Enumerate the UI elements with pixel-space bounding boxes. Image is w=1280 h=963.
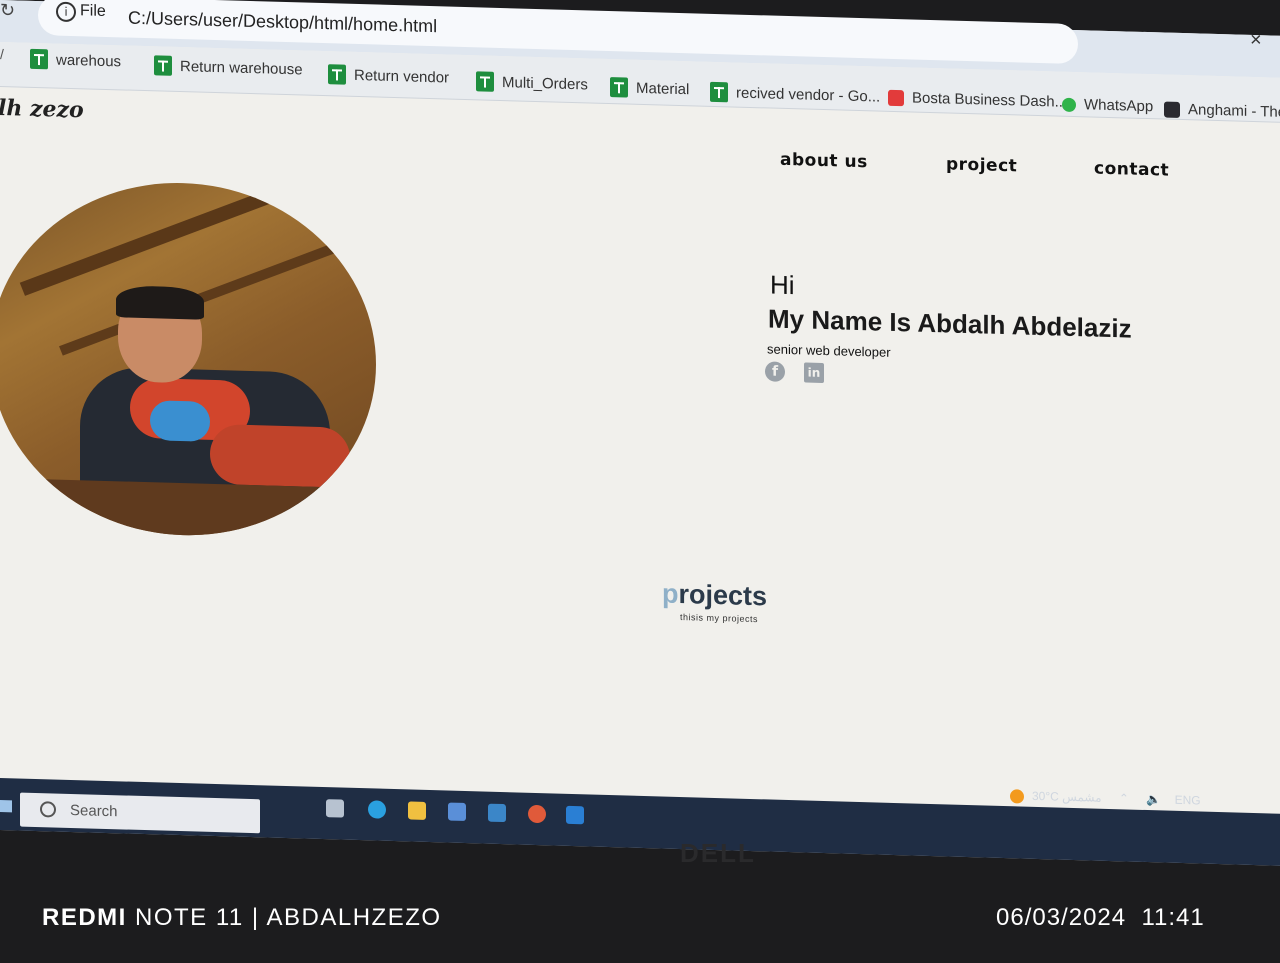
bookmark-whatsapp[interactable]: WhatsApp <box>1062 96 1154 116</box>
bookmark-warehous[interactable]: warehous <box>30 48 122 72</box>
linkedin-icon[interactable]: in <box>804 362 824 384</box>
camera-watermark-datetime: 06/03/2024 11:41 <box>996 904 1205 932</box>
reload-icon[interactable]: ↻ <box>0 0 15 21</box>
photo-background <box>0 477 376 541</box>
projects-subtitle: thisis my projects <box>680 611 759 625</box>
language-indicator[interactable]: ENG <box>1175 793 1201 808</box>
sheets-icon <box>154 55 172 76</box>
bookmark-bosta[interactable]: Bosta Business Dash... <box>888 89 1067 111</box>
info-icon[interactable]: i <box>56 1 76 23</box>
projects-heading-first-letter: p <box>662 578 679 609</box>
chrome-icon[interactable] <box>528 804 546 824</box>
photo-background <box>19 177 341 296</box>
store-icon[interactable] <box>448 802 466 822</box>
file-label: File <box>80 2 106 20</box>
bookmark-multi-orders[interactable]: Multi_Orders <box>476 71 588 94</box>
file-explorer-icon[interactable] <box>408 801 426 820</box>
weather-temp: 30°C <box>1032 788 1059 804</box>
watermark-brand: REDMI <box>42 904 127 931</box>
sheets-icon <box>476 71 494 92</box>
bookmark-label: Material <box>636 79 690 98</box>
bookmark-label: Return vendor <box>354 66 450 87</box>
bookmarks-separator: / <box>0 46 4 63</box>
bosta-icon <box>888 89 904 106</box>
close-window-icon[interactable]: × <box>1250 29 1262 52</box>
camera-watermark-device: REDMI NOTE 11 | ABDALHZEZO <box>42 904 442 932</box>
bookmark-label: Anghami - The w <box>1188 101 1280 121</box>
projects-heading-rest: rojects <box>678 578 768 612</box>
taskbar: Search 30°C مشمس ⌃ 🔈 ENG <box>0 778 1280 866</box>
bookmark-label: Multi_Orders <box>502 73 588 93</box>
taskbar-search-placeholder: Search <box>70 801 118 821</box>
bookmark-anghami[interactable]: Anghami - The w <box>1164 101 1280 121</box>
hero-role: senior web developer <box>767 341 891 360</box>
bookmark-label: WhatsApp <box>1084 96 1154 116</box>
weather-label: مشمس <box>1062 789 1102 805</box>
hero-name: My Name Is Abdalh Abdelaziz <box>768 303 1132 344</box>
bookmark-return-warehouse[interactable]: Return warehouse <box>154 55 303 79</box>
chevron-up-icon[interactable]: ⌃ <box>1119 791 1129 805</box>
edge-icon[interactable] <box>368 800 386 819</box>
photo-person <box>150 400 210 442</box>
hero-greeting: Hi <box>770 269 795 301</box>
sheets-icon <box>328 64 346 85</box>
nav-about-us[interactable]: about us <box>780 150 868 172</box>
bookmark-material[interactable]: Material <box>610 77 689 99</box>
projects-heading: projects <box>662 578 767 612</box>
bookmark-label: Bosta Business Dash... <box>912 89 1068 111</box>
bookmark-label: Return warehouse <box>180 57 303 78</box>
profile-photo <box>0 177 376 541</box>
weather-icon <box>1010 789 1024 804</box>
nav-project[interactable]: project <box>946 154 1017 176</box>
watermark-time: 11:41 <box>1141 904 1205 931</box>
watermark-model: NOTE 11 | ABDALHZEZO <box>126 904 442 931</box>
facebook-icon[interactable]: f <box>765 361 785 382</box>
bookmark-label: warehous <box>56 51 122 70</box>
bookmark-recived-vendor[interactable]: recived vendor - Go... <box>710 81 881 107</box>
nav-contact[interactable]: contact <box>1094 159 1169 181</box>
anghami-icon <box>1164 101 1180 118</box>
site-logo[interactable]: lh zezo <box>0 95 84 123</box>
windows-start-icon[interactable] <box>0 800 12 813</box>
photo-person <box>116 285 204 320</box>
search-icon <box>40 801 56 818</box>
task-view-icon[interactable] <box>326 799 344 818</box>
whatsapp-icon <box>1062 97 1076 112</box>
bookmark-label: recived vendor - Go... <box>736 84 881 106</box>
bookmark-return-vendor[interactable]: Return vendor <box>328 64 449 87</box>
taskbar-search-box[interactable] <box>20 792 260 834</box>
vscode-icon[interactable] <box>566 805 584 825</box>
photo-person <box>210 423 350 488</box>
app-icon[interactable] <box>488 803 506 823</box>
sheets-icon <box>30 48 48 70</box>
volume-icon[interactable]: 🔈 <box>1146 792 1161 806</box>
sheets-icon <box>610 77 628 98</box>
system-tray: 30°C مشمس ⌃ 🔈 ENG <box>1010 788 1201 808</box>
watermark-date: 06/03/2024 <box>996 904 1127 931</box>
sheets-icon <box>710 81 728 103</box>
monitor-screen: ↻ i File C:/Users/user/Desktop/html/home… <box>0 0 1280 866</box>
dell-logo: DELL <box>680 838 756 868</box>
